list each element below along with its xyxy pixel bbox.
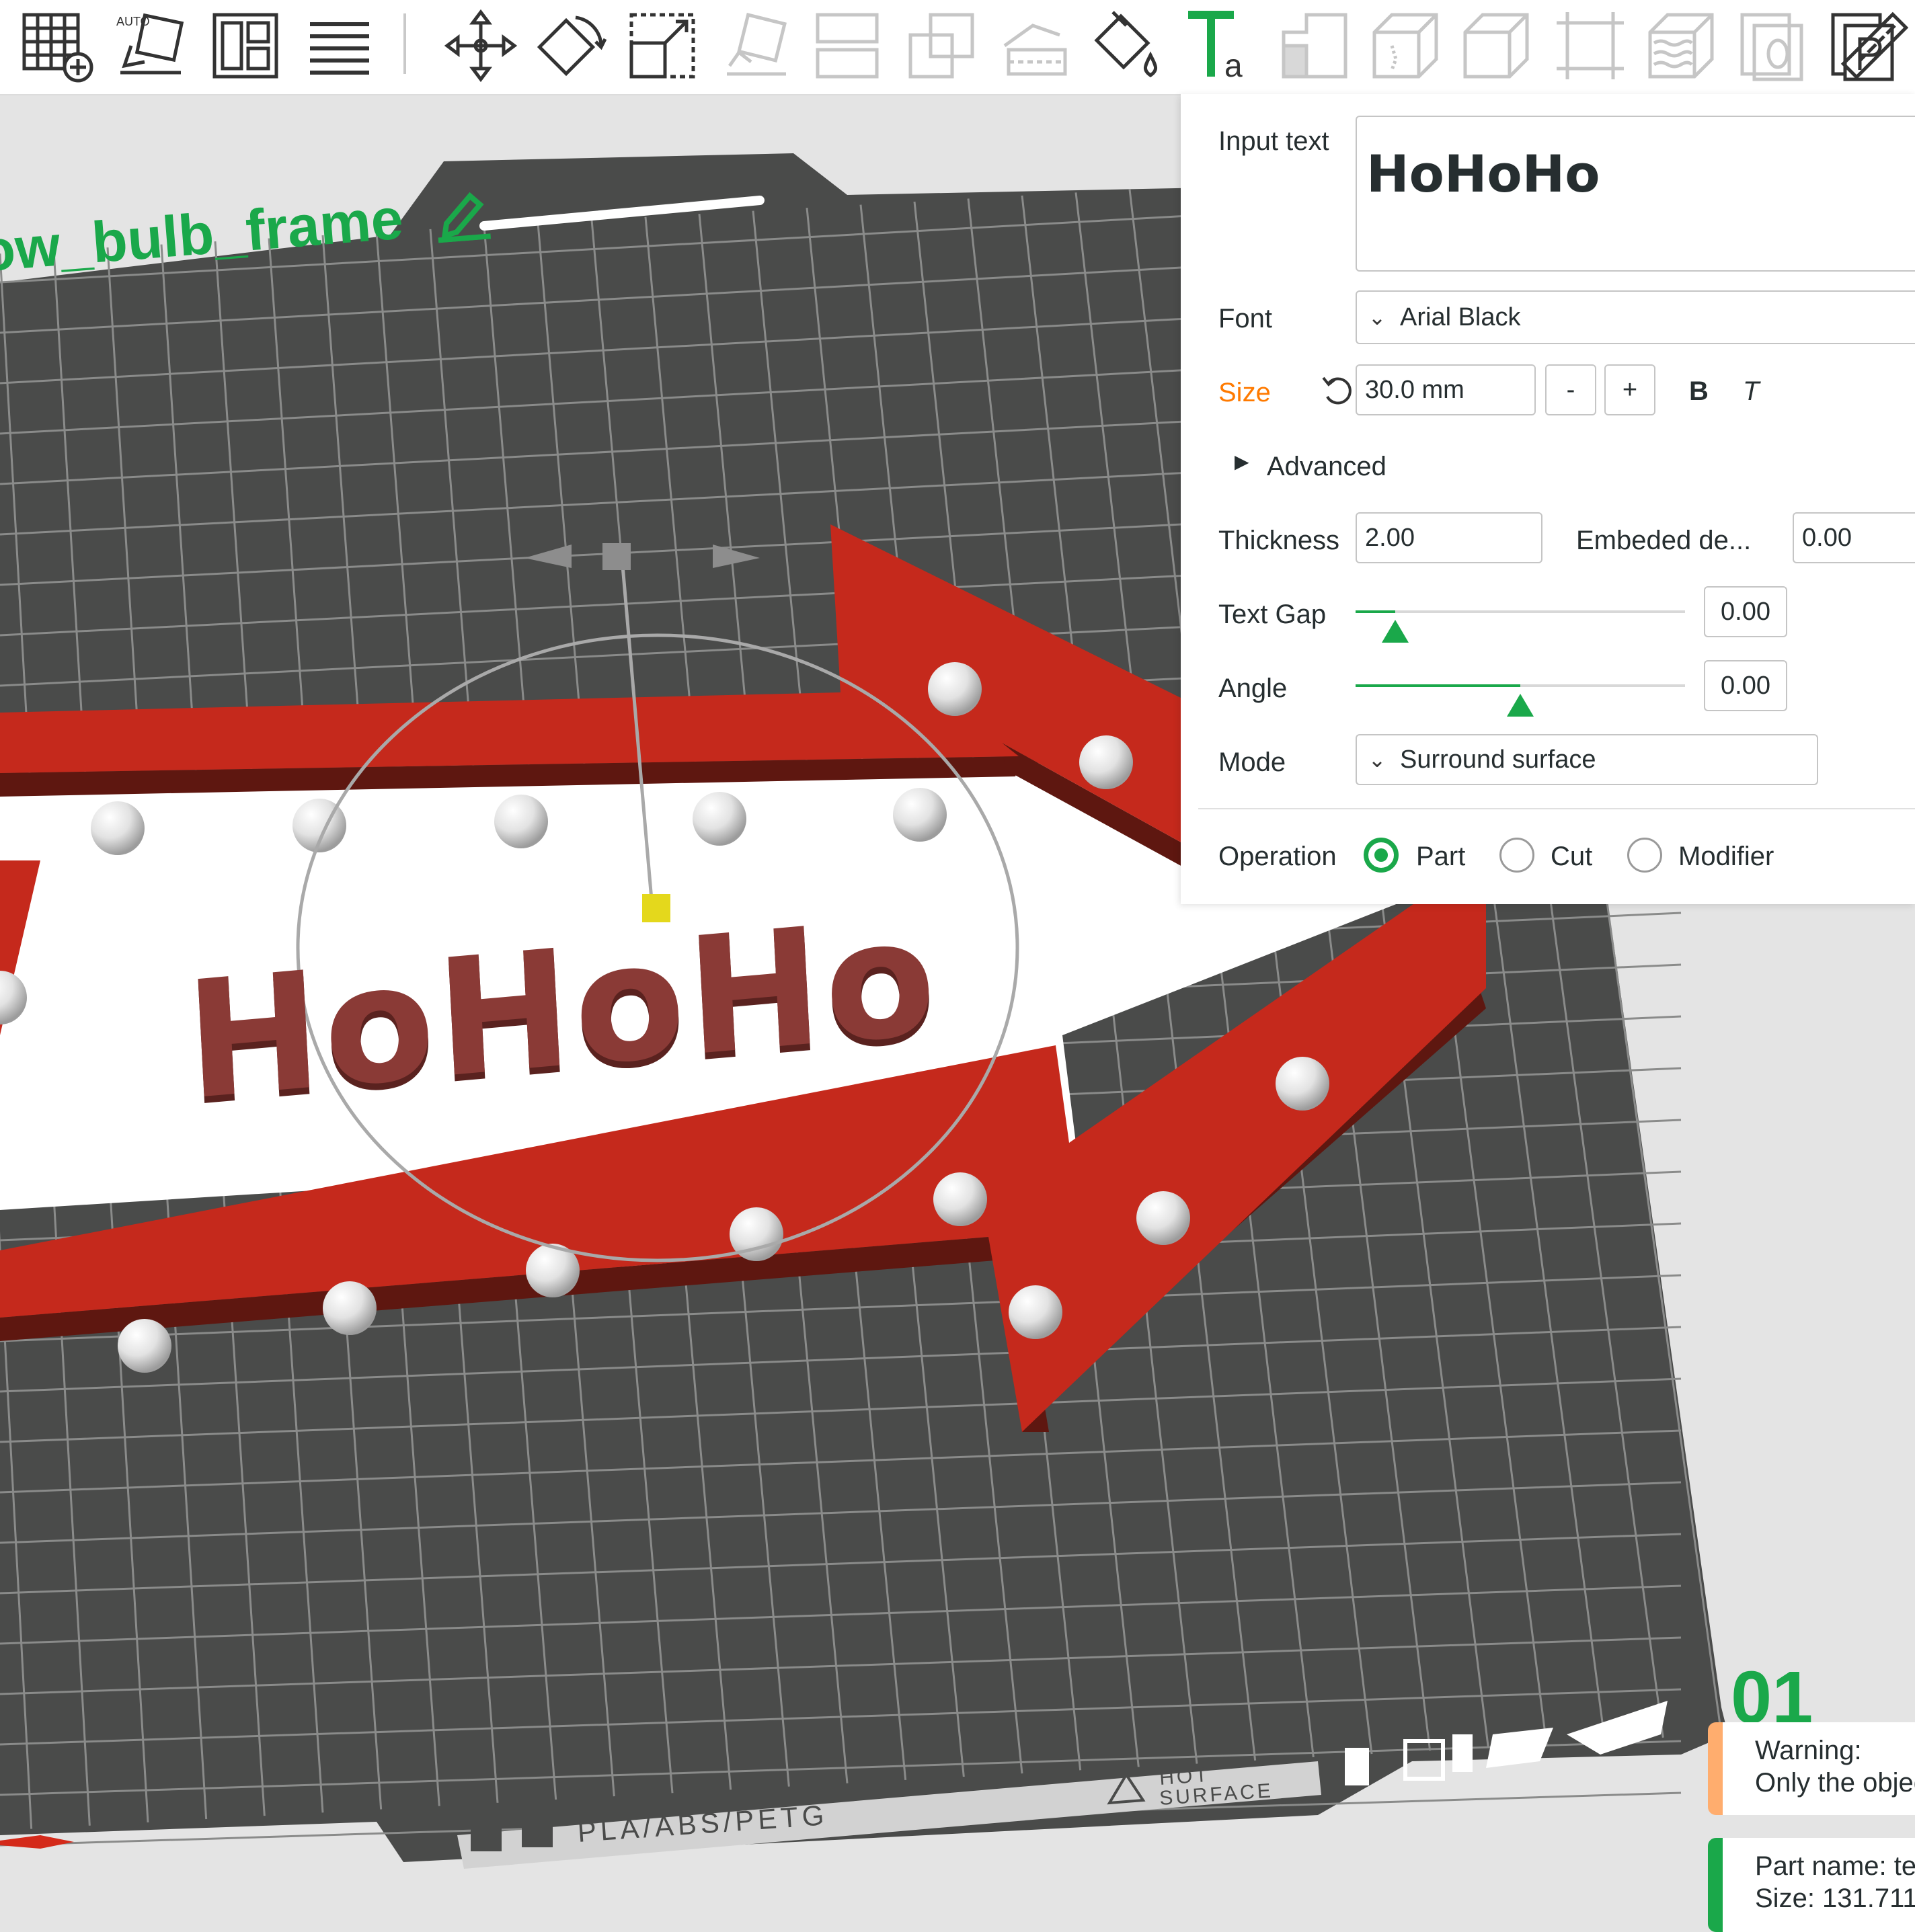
top-toolbar: AUTO a — [0, 0, 1915, 95]
operation-part-label[interactable]: Part — [1416, 842, 1465, 872]
assembly-icon[interactable] — [1731, 5, 1812, 86]
thickness-value: 2.00 — [1365, 523, 1415, 552]
font-value: Arial Black — [1400, 303, 1521, 331]
text-gap-value: 0.00 — [1721, 597, 1770, 626]
embedded-value: 0.00 — [1802, 523, 1852, 552]
cube-icon[interactable] — [1456, 5, 1536, 86]
mode-select[interactable]: ⌄ Surround surface — [1356, 734, 1818, 785]
bulb — [494, 795, 548, 848]
bulb — [1136, 1191, 1190, 1245]
bulb — [928, 662, 982, 716]
operation-cut-label[interactable]: Cut — [1551, 842, 1592, 872]
input-text-label: Input text — [1218, 126, 1329, 156]
angle-slider[interactable] — [1356, 684, 1685, 717]
thickness-input[interactable]: 2.00 — [1356, 512, 1542, 563]
mode-value: Surround surface — [1400, 745, 1596, 774]
angle-label: Angle — [1218, 674, 1288, 703]
move-icon[interactable] — [440, 5, 521, 86]
input-text-value: HoHoHo — [1366, 144, 1600, 204]
bulb — [1009, 1285, 1062, 1339]
fuzzy-skin-icon[interactable] — [1641, 5, 1721, 86]
chevron-down-icon: ⌄ — [1368, 748, 1386, 772]
size-plus-button[interactable]: + — [1604, 364, 1655, 415]
warning-body: Only the objec — [1755, 1768, 1915, 1798]
advanced-label[interactable]: Advanced — [1267, 452, 1386, 482]
italic-button[interactable]: T — [1743, 376, 1759, 407]
embedded-input[interactable]: 0.00 — [1793, 512, 1915, 563]
auto-orient-icon[interactable]: AUTO — [111, 5, 192, 86]
add-plate-icon[interactable] — [13, 5, 94, 86]
split-parts-icon[interactable] — [901, 5, 982, 86]
text-tool-panel: Input text HoHoHo Font ⌄ Arial Black Siz… — [1181, 94, 1915, 904]
size-value: 30.0 mm — [1365, 375, 1464, 404]
bulb — [1276, 1057, 1329, 1111]
text-gap-slider[interactable] — [1356, 610, 1685, 643]
cut-icon[interactable] — [995, 5, 1076, 86]
bulb — [118, 1319, 171, 1373]
text-gap-slider-thumb[interactable] — [1381, 620, 1409, 643]
operation-modifier-radio[interactable] — [1627, 838, 1662, 873]
panel-divider — [1198, 808, 1915, 809]
warning-title: Warning: — [1755, 1736, 1862, 1765]
measure-icon[interactable] — [1834, 5, 1915, 86]
text-gap-slider-fill — [1356, 610, 1395, 613]
thickness-label: Thickness — [1218, 526, 1340, 555]
arrange-icon[interactable] — [205, 5, 286, 86]
part-size: Size: 131.711 — [1755, 1884, 1915, 1913]
split-objects-icon[interactable] — [807, 5, 888, 86]
bulb — [693, 792, 746, 846]
paint-icon[interactable] — [1086, 5, 1167, 86]
bulb — [893, 788, 947, 842]
axis-marker — [0, 1835, 74, 1849]
part-name: Part name: tex — [1755, 1851, 1915, 1881]
fit-icon[interactable] — [1550, 5, 1631, 86]
part-info-notification[interactable]: Part name: tex Size: 131.711 — [1708, 1838, 1915, 1932]
edit-pencil-icon[interactable] — [430, 185, 495, 243]
toolbar-separator — [403, 13, 406, 74]
embedded-label: Embeded de... — [1576, 526, 1752, 555]
operation-label: Operation — [1218, 842, 1337, 871]
text-tool-icon[interactable]: a — [1180, 5, 1261, 86]
bulb — [1079, 735, 1133, 789]
angle-value: 0.00 — [1721, 671, 1770, 700]
font-label: Font — [1218, 304, 1273, 333]
angle-input[interactable]: 0.00 — [1704, 660, 1787, 711]
operation-part-radio[interactable] — [1364, 838, 1399, 873]
bulb — [91, 801, 145, 855]
bulb — [933, 1172, 987, 1226]
seam-paint-icon[interactable] — [1365, 5, 1446, 86]
rotate-icon[interactable] — [531, 5, 612, 86]
warning-notification[interactable]: Warning: Only the objec — [1708, 1722, 1915, 1815]
lay-on-face-icon[interactable] — [716, 5, 797, 86]
bulb — [323, 1281, 377, 1335]
mode-label: Mode — [1218, 748, 1286, 777]
angle-slider-thumb[interactable] — [1507, 694, 1534, 717]
font-select[interactable]: ⌄ Arial Black — [1356, 290, 1915, 344]
svg-text:a: a — [1224, 48, 1243, 84]
input-text-field[interactable]: HoHoHo — [1356, 116, 1915, 272]
text-gap-label: Text Gap — [1218, 600, 1327, 629]
operation-cut-radio[interactable] — [1499, 838, 1534, 873]
size-label: Size — [1218, 378, 1271, 407]
reset-icon[interactable] — [1319, 370, 1353, 410]
bold-button[interactable]: B — [1689, 376, 1709, 407]
support-paint-icon[interactable] — [1274, 5, 1355, 86]
size-input[interactable]: 30.0 mm — [1356, 364, 1536, 415]
expand-triangle-icon[interactable]: ▶ — [1235, 450, 1249, 473]
angle-slider-fill — [1356, 684, 1520, 687]
scale-icon[interactable] — [622, 5, 703, 86]
text-gap-input[interactable]: 0.00 — [1704, 586, 1787, 637]
layers-icon[interactable] — [299, 5, 380, 86]
chevron-down-icon: ⌄ — [1368, 305, 1386, 329]
size-minus-button[interactable]: - — [1545, 364, 1596, 415]
operation-modifier-label[interactable]: Modifier — [1678, 842, 1774, 872]
